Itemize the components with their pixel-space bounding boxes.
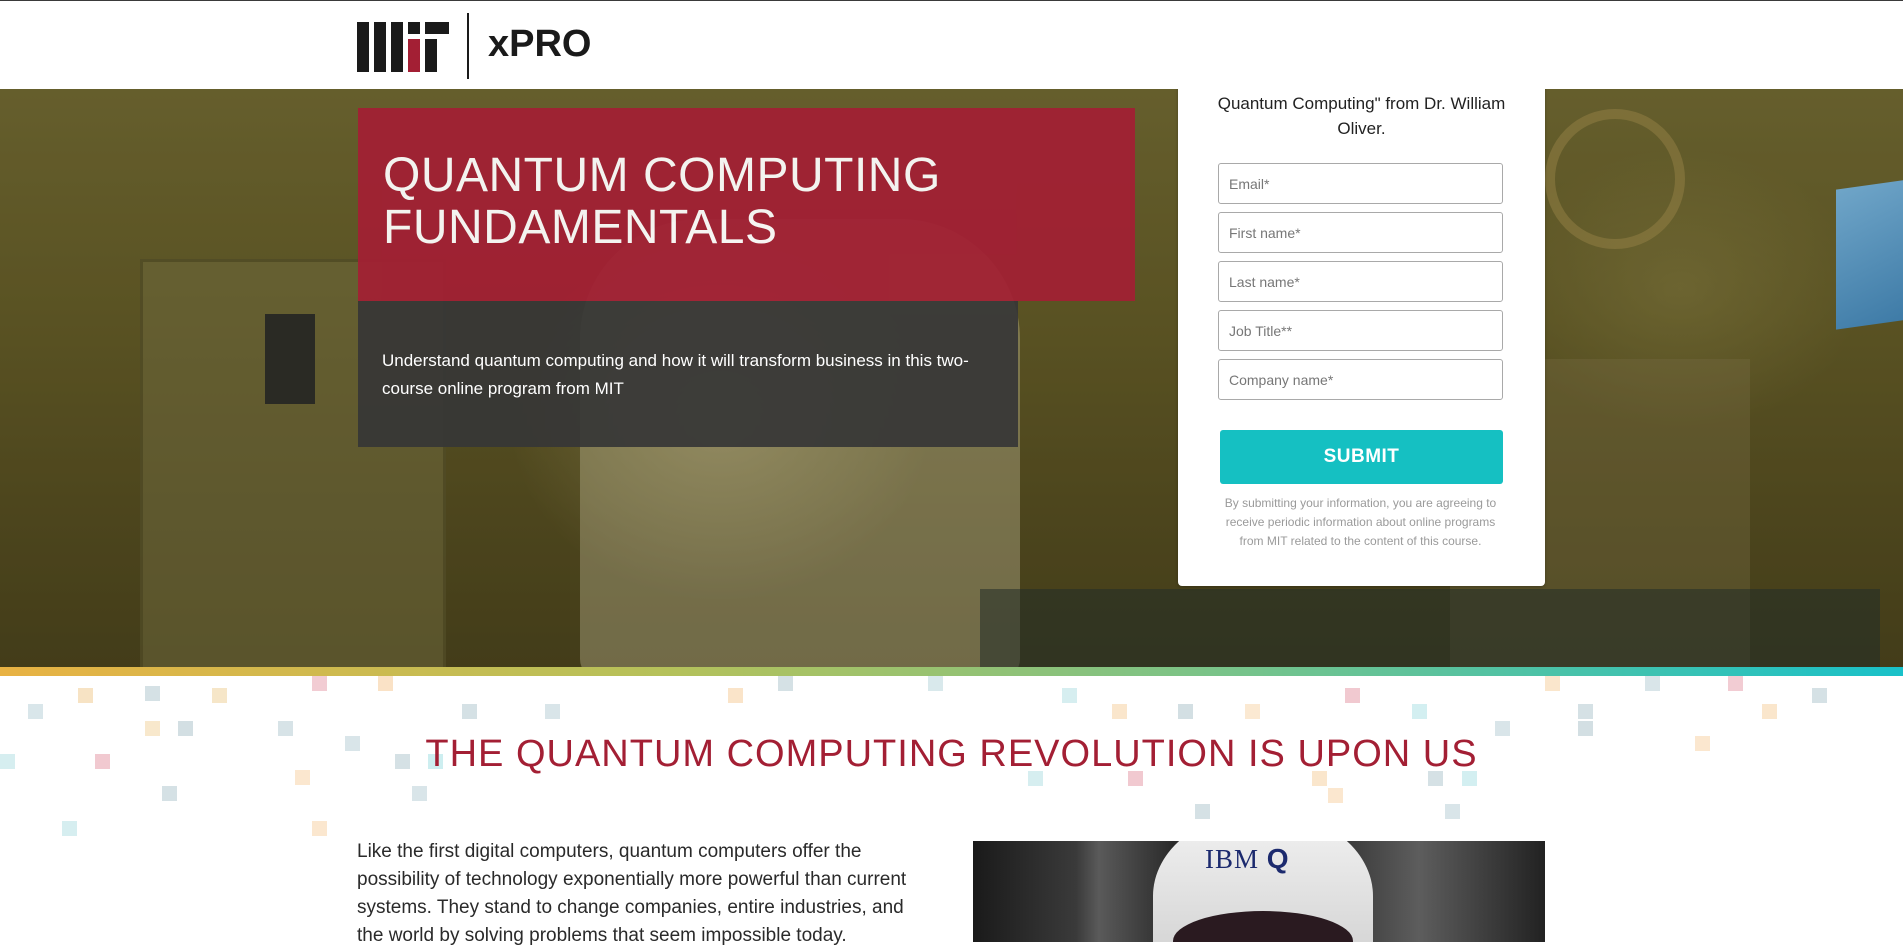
company-name-field[interactable] [1218,359,1503,400]
email-field[interactable] [1218,163,1503,204]
mit-logo-icon [357,22,449,72]
mit-xpro-logo[interactable]: xPRO [357,13,591,79]
ibm-q-label: IBM Q [1205,843,1290,875]
hero-subtitle-box: Understand quantum computing and how it … [358,301,1018,447]
lead-form: Exclusive content, "Ten Questions on Qua… [1178,60,1545,586]
last-name-field[interactable] [1218,261,1503,302]
section-body-text: Like the first digital computers, quantu… [357,841,907,946]
section-title: THE QUANTUM COMPUTING REVOLUTION IS UPON… [425,733,1478,775]
hero-subtitle: Understand quantum computing and how it … [382,351,969,398]
ibm-label-text: IBM [1205,844,1260,874]
hero-background-device [265,314,315,404]
q-label-text: Q [1266,843,1290,874]
hero-title: QUANTUM COMPUTING FUNDAMENTALS [383,149,941,254]
job-title-field[interactable] [1218,310,1503,351]
hero-title-box: QUANTUM COMPUTING FUNDAMENTALS [358,108,1135,301]
hero-background-bench [980,589,1880,667]
hero-background-porthole [1545,109,1685,249]
brand-name: xPRO [488,23,592,65]
site-header: xPRO [0,1,1903,89]
submit-button[interactable]: SUBMIT [1220,430,1503,484]
ibm-q-photo: IBM Q [973,841,1545,942]
logo-divider [467,13,469,79]
first-name-field[interactable] [1218,212,1503,253]
hero-background-monitor [1836,178,1903,330]
gradient-divider-stripe [0,667,1903,676]
form-disclaimer: By submitting your information, you are … [1224,496,1497,548]
